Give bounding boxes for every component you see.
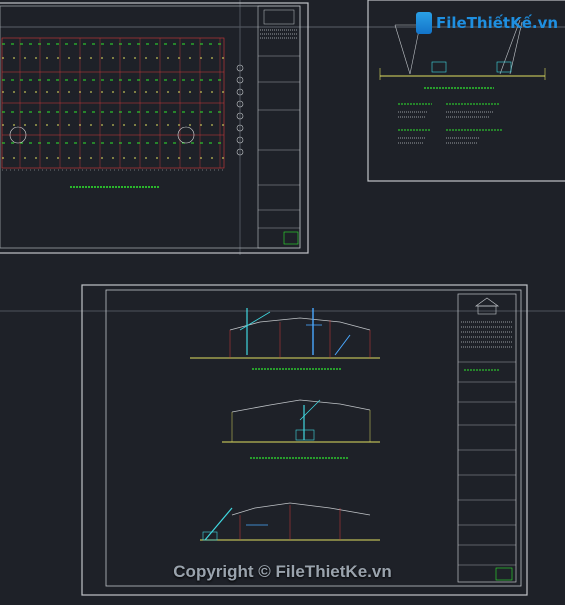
title-block-1 bbox=[257, 5, 301, 249]
section-drawing-2 bbox=[222, 399, 380, 459]
logo-text: FileThiếtKế.vn bbox=[436, 14, 559, 32]
logo-icon bbox=[416, 12, 432, 34]
filethietke-logo: FileThiếtKế.vn bbox=[416, 12, 558, 34]
plan-grid bbox=[1, 37, 225, 171]
sheet-top-left[interactable] bbox=[0, 2, 309, 254]
cad-model-space[interactable] bbox=[0, 0, 565, 605]
sheet-bottom[interactable] bbox=[81, 284, 528, 596]
copyright-watermark: Copyright © FileThietKe.vn bbox=[173, 562, 392, 581]
section-drawing-1 bbox=[190, 308, 380, 370]
section-drawing-3 bbox=[200, 502, 380, 541]
notes-columns bbox=[398, 103, 502, 144]
title-block-3 bbox=[457, 293, 517, 583]
